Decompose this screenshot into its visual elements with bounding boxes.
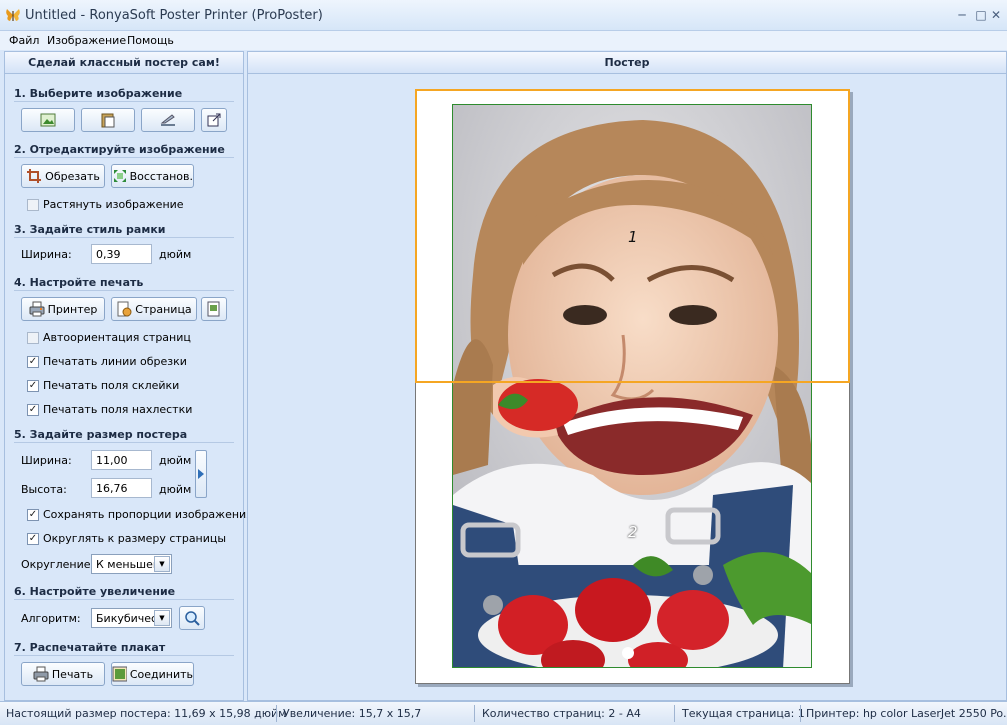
print-glue-margins-box[interactable]: ✓	[27, 379, 39, 392]
external-icon	[207, 113, 221, 127]
dropdown-arrow-icon[interactable]: ▼	[154, 610, 170, 626]
open-image-icon	[40, 113, 56, 127]
preview-icon	[207, 301, 220, 317]
dropdown-arrow-icon[interactable]: ▼	[154, 556, 170, 572]
rounding-select[interactable]: К меньшем ▼	[91, 554, 172, 574]
poster-height-input[interactable]: 16,76	[91, 478, 152, 498]
round-to-page-checkbox[interactable]: ✓ Округлять к размеру страницы	[27, 532, 226, 545]
zoom-icon	[185, 611, 200, 626]
crop-button[interactable]: Обрезать	[21, 164, 105, 188]
page-number-2: 2	[628, 523, 638, 541]
frame-width-label: Ширина:	[21, 248, 72, 261]
scan-icon	[160, 114, 175, 126]
paste-icon	[101, 113, 115, 128]
status-page-count: Количество страниц: 2 - A4	[482, 707, 641, 720]
poster-header: Постер	[248, 52, 1006, 74]
poster-width-input[interactable]: 11,00	[91, 450, 152, 470]
settings-header: Сделай классный постер сам!	[5, 52, 243, 74]
zoom-settings-button[interactable]	[179, 606, 205, 630]
join-button[interactable]: Соединить	[111, 662, 194, 686]
status-current-page: Текущая страница: 1	[682, 707, 805, 720]
auto-orientation-box[interactable]	[27, 331, 39, 344]
section-select-image: 1. Выберите изображение	[14, 87, 183, 100]
paste-image-button[interactable]	[81, 108, 135, 132]
algorithm-label: Алгоритм:	[21, 612, 81, 625]
keep-proportions-checkbox[interactable]: ✓ Сохранять пропорции изображения	[27, 508, 253, 521]
app-butterfly-icon	[6, 9, 20, 21]
print-button[interactable]: Печать	[21, 662, 105, 686]
print-glue-margins-checkbox[interactable]: ✓ Печатать поля склейки	[27, 379, 179, 392]
scan-image-button[interactable]	[141, 108, 195, 132]
status-printer: Принтер: hp color LaserJet 2550 Po...	[806, 707, 1007, 720]
section-print-setup: 4. Настройте печать	[14, 276, 144, 289]
status-zoom: Увеличение: 15,7 x 15,7	[283, 707, 422, 720]
size-expand-button[interactable]	[195, 450, 207, 498]
page-setup-icon	[117, 301, 132, 317]
menu-help[interactable]: Помощь	[127, 34, 174, 47]
frame-width-input[interactable]: 0,39	[91, 244, 152, 264]
stretch-image-box[interactable]	[27, 198, 39, 211]
rounding-label: Округление:	[21, 558, 95, 571]
section-poster-size: 5. Задайте размер постера	[14, 428, 188, 441]
section-edit-image: 2. Отредактируйте изображение	[14, 143, 225, 156]
auto-orientation-checkbox[interactable]: Автоориентация страниц	[27, 331, 191, 344]
stretch-image-checkbox[interactable]: Растянуть изображение	[27, 198, 184, 211]
settings-panel: Сделай классный постер сам! 1. Выберите …	[4, 51, 253, 701]
open-image-button[interactable]	[21, 108, 75, 132]
external-editor-button[interactable]	[201, 108, 227, 132]
keep-proportions-box[interactable]: ✓	[27, 508, 39, 521]
section-print-poster: 7. Распечатайте плакат	[14, 641, 166, 654]
poster-width-label: Ширина:	[21, 454, 72, 467]
print-overlap-margins-box[interactable]: ✓	[27, 403, 39, 416]
print-icon	[33, 666, 49, 682]
window-title: Untitled - RonyaSoft Poster Printer (Pro…	[25, 8, 323, 23]
print-cut-lines-box[interactable]: ✓	[27, 355, 39, 368]
print-preview-button[interactable]	[201, 297, 227, 321]
poster-height-unit: дюйм	[159, 483, 192, 496]
page-setup-button[interactable]: Страница	[111, 297, 197, 321]
section-frame-style: 3. Задайте стиль рамки	[14, 223, 166, 236]
print-cut-lines-checkbox[interactable]: ✓ Печатать линии обрезки	[27, 355, 187, 368]
section-zoom: 6. Настройте увеличение	[14, 585, 176, 598]
print-overlap-margins-checkbox[interactable]: ✓ Печатать поля нахлестки	[27, 403, 192, 416]
algorithm-select[interactable]: Бикубичес ▼	[91, 608, 172, 628]
crop-icon	[27, 169, 42, 183]
status-poster-size: Настоящий размер постера: 11,69 x 15,98 …	[6, 707, 287, 720]
page-number-1: 1	[628, 228, 638, 246]
printer-icon	[29, 301, 45, 317]
join-icon	[112, 666, 127, 682]
status-bar: Настоящий размер постера: 11,69 x 15,98 …	[0, 701, 1007, 725]
menu-file[interactable]: Файл	[9, 34, 39, 47]
menu-bar: Файл Изображение Помощь	[0, 31, 1007, 50]
poster-panel: Постер 1 2	[247, 51, 1007, 701]
close-button[interactable]: ✕	[985, 8, 1007, 22]
poster-width-unit: дюйм	[159, 454, 192, 467]
title-bar: Untitled - RonyaSoft Poster Printer (Pro…	[0, 0, 1007, 31]
menu-image[interactable]: Изображение	[47, 34, 126, 47]
round-to-page-box[interactable]: ✓	[27, 532, 39, 545]
printer-button[interactable]: Принтер	[21, 297, 105, 321]
poster-height-label: Высота:	[21, 483, 67, 496]
restore-button[interactable]: Восстанов.	[111, 164, 194, 188]
restore-icon	[114, 170, 126, 182]
frame-width-unit: дюйм	[159, 248, 192, 261]
arrow-right-icon	[198, 469, 204, 479]
